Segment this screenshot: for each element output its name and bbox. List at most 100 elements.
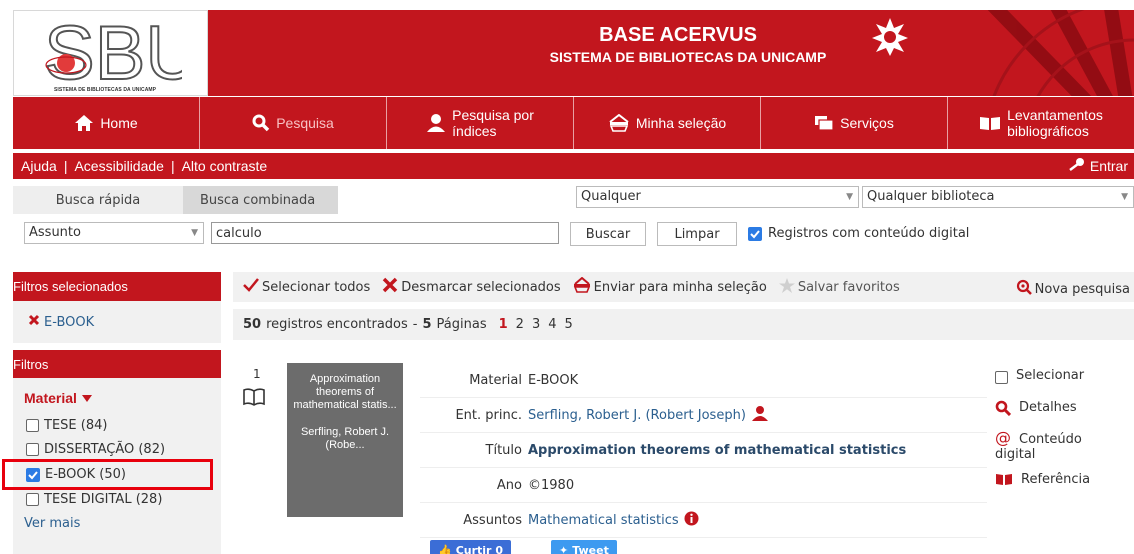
selected-filter-item[interactable]: E-BOOK bbox=[13, 301, 221, 343]
filter-checkbox[interactable] bbox=[26, 493, 39, 506]
nav-home-label: Home bbox=[100, 115, 138, 131]
search-icon bbox=[995, 400, 1012, 420]
nav-levantamentos[interactable]: Levantamentos bibliográficos bbox=[948, 97, 1134, 149]
basket-icon bbox=[573, 276, 591, 297]
thumbs-up-icon: 👍 bbox=[438, 543, 452, 554]
clear-button[interactable]: Limpar bbox=[657, 222, 737, 246]
filter-option-tese[interactable]: TESE (84) bbox=[26, 418, 107, 433]
field-value: E-BOOK bbox=[528, 372, 579, 388]
tweet-button[interactable]: ✦ Tweet bbox=[550, 540, 617, 554]
select-record-option[interactable]: Selecionar bbox=[995, 368, 1084, 384]
filter-option-tese-digital[interactable]: TESE DIGITAL (28) bbox=[26, 492, 162, 507]
field-any-select[interactable]: Qualquer ▼ bbox=[576, 186, 859, 208]
nav-minha-selecao[interactable]: Minha seleção bbox=[574, 97, 761, 149]
high-contrast-link[interactable]: Alto contraste bbox=[182, 158, 268, 174]
digital-content-checkbox[interactable] bbox=[748, 226, 762, 241]
select-record-checkbox[interactable] bbox=[995, 371, 1008, 384]
tab-busca-combinada[interactable]: Busca combinada bbox=[183, 186, 338, 214]
field-key: Material bbox=[469, 372, 522, 388]
search-button[interactable]: Buscar bbox=[570, 222, 646, 246]
book-cover[interactable]: Approximation theorems of mathematical s… bbox=[287, 363, 403, 517]
results-count-bar: 50 registros encontrados - 5 Páginas 1 2… bbox=[233, 309, 1134, 340]
page-link-3[interactable]: 3 bbox=[532, 317, 540, 332]
library-select[interactable]: Qualquer biblioteca ▼ bbox=[862, 186, 1134, 208]
subject-link[interactable]: Mathematical statistics bbox=[528, 513, 679, 528]
book-open-icon bbox=[979, 115, 1001, 131]
digital-content-label-2: digital bbox=[995, 447, 1036, 462]
results-separator: - bbox=[412, 317, 418, 332]
send-to-selection-button[interactable]: Enviar para minha seleção bbox=[573, 276, 767, 297]
page-link-1[interactable]: 1 bbox=[499, 317, 508, 332]
caret-down-icon bbox=[81, 390, 92, 406]
app-title: BASE ACERVUS bbox=[599, 24, 757, 46]
search-field-select[interactable]: Assunto ▼ bbox=[24, 222, 204, 244]
cover-author: Serfling, Robert J. (Robe... bbox=[300, 426, 390, 451]
login-link[interactable]: Entrar bbox=[1068, 157, 1128, 174]
person-icon bbox=[426, 113, 446, 133]
author-link-wrap[interactable]: Serfling, Robert J. (Robert Joseph) bbox=[528, 405, 769, 425]
digital-content-label-1: Conteúdo bbox=[1019, 432, 1082, 447]
selected-filters-header: Filtros selecionados bbox=[13, 272, 221, 301]
new-search-button[interactable]: Nova pesquisa bbox=[1016, 279, 1130, 299]
utility-bar: Ajuda | Acessibilidade | Alto contraste … bbox=[13, 153, 1134, 179]
accessibility-link[interactable]: Acessibilidade bbox=[74, 158, 164, 174]
record-number: 1 bbox=[253, 367, 261, 381]
filter-checkbox[interactable] bbox=[26, 443, 39, 456]
nav-pesquisa-indices[interactable]: Pesquisa por índices bbox=[387, 97, 574, 149]
like-label: Curtir 0 bbox=[455, 543, 503, 554]
help-link[interactable]: Ajuda bbox=[21, 158, 57, 174]
banner: BASE ACERVUS SISTEMA DE BIBLIOTECAS DA U… bbox=[208, 10, 1134, 96]
page-link-5[interactable]: 5 bbox=[565, 317, 573, 332]
unicamp-seal-icon bbox=[872, 18, 908, 56]
svg-text:SBU: SBU bbox=[44, 13, 182, 87]
basket-icon bbox=[608, 114, 630, 132]
nav-home[interactable]: Home bbox=[13, 97, 200, 149]
results-toolbar: Selecionar todos Desmarcar selecionados … bbox=[233, 272, 1134, 302]
page-link-2[interactable]: 2 bbox=[516, 317, 524, 332]
remove-icon[interactable] bbox=[28, 314, 40, 330]
record-field-material: Material E-BOOK bbox=[420, 363, 987, 398]
filters-title: Filtros bbox=[13, 356, 49, 372]
highlight-box bbox=[2, 459, 213, 490]
select-all-button[interactable]: Selecionar todos bbox=[243, 278, 370, 296]
title-link[interactable]: Approximation theorems of mathematical s… bbox=[528, 443, 906, 458]
like-button[interactable]: 👍 Curtir 0 bbox=[430, 540, 511, 554]
new-search-label: Nova pesquisa bbox=[1034, 281, 1130, 297]
person-icon[interactable] bbox=[751, 405, 769, 425]
digital-content-link[interactable]: @ Conteúdo digital bbox=[995, 428, 1125, 462]
search-field-value: Assunto bbox=[29, 225, 81, 240]
filter-checkbox[interactable] bbox=[26, 419, 39, 432]
main-nav: Home Pesquisa Pesquisa por índices Minha … bbox=[13, 97, 1134, 149]
tweet-label: Tweet bbox=[572, 543, 609, 554]
info-icon[interactable] bbox=[684, 511, 699, 530]
logo-caption: SISTEMA DE BIBLIOTECAS DA UNICAMP bbox=[54, 87, 157, 93]
nav-pesquisa-indices-label: Pesquisa por índices bbox=[452, 107, 534, 139]
cover-title: Approximation theorems of mathematical s… bbox=[293, 373, 397, 411]
field-value: ©1980 bbox=[528, 477, 575, 493]
chevron-down-icon: ▼ bbox=[191, 228, 198, 238]
sbu-logo[interactable]: SBU SISTEMA DE BIBLIOTECAS DA UNICAMP bbox=[13, 10, 208, 96]
material-filter-toggle[interactable]: Material bbox=[24, 390, 92, 406]
details-link[interactable]: Detalhes bbox=[995, 400, 1077, 420]
tab-busca-rapida[interactable]: Busca rápida bbox=[13, 186, 183, 214]
deselect-button[interactable]: Desmarcar selecionados bbox=[382, 277, 561, 297]
digital-content-option[interactable]: Registros com conteúdo digital bbox=[748, 226, 969, 241]
save-favorites-button[interactable]: Salvar favoritos bbox=[778, 277, 900, 297]
reference-label: Referência bbox=[1021, 472, 1091, 487]
see-more-link[interactable]: Ver mais bbox=[24, 516, 80, 531]
nav-pesquisa[interactable]: Pesquisa bbox=[200, 97, 387, 149]
pages-count: 5 bbox=[422, 317, 432, 332]
results-count-text: registros encontrados bbox=[266, 317, 408, 332]
record-field-year: Ano ©1980 bbox=[420, 468, 987, 503]
reference-link[interactable]: Referência bbox=[995, 472, 1090, 490]
page-link-4[interactable]: 4 bbox=[548, 317, 556, 332]
filter-option-label: DISSERTAÇÃO (82) bbox=[44, 442, 166, 457]
search-input[interactable] bbox=[211, 222, 559, 244]
book-open-icon bbox=[995, 472, 1013, 490]
nav-levantamentos-label: Levantamentos bibliográficos bbox=[1007, 107, 1103, 139]
subject-link-wrap[interactable]: Mathematical statistics bbox=[528, 511, 699, 530]
selected-filter-label: E-BOOK bbox=[44, 314, 95, 330]
filter-option-dissertacao[interactable]: DISSERTAÇÃO (82) bbox=[26, 442, 165, 457]
nav-servicos[interactable]: Serviços bbox=[761, 97, 948, 149]
author-link[interactable]: Serfling, Robert J. (Robert Joseph) bbox=[528, 408, 746, 423]
